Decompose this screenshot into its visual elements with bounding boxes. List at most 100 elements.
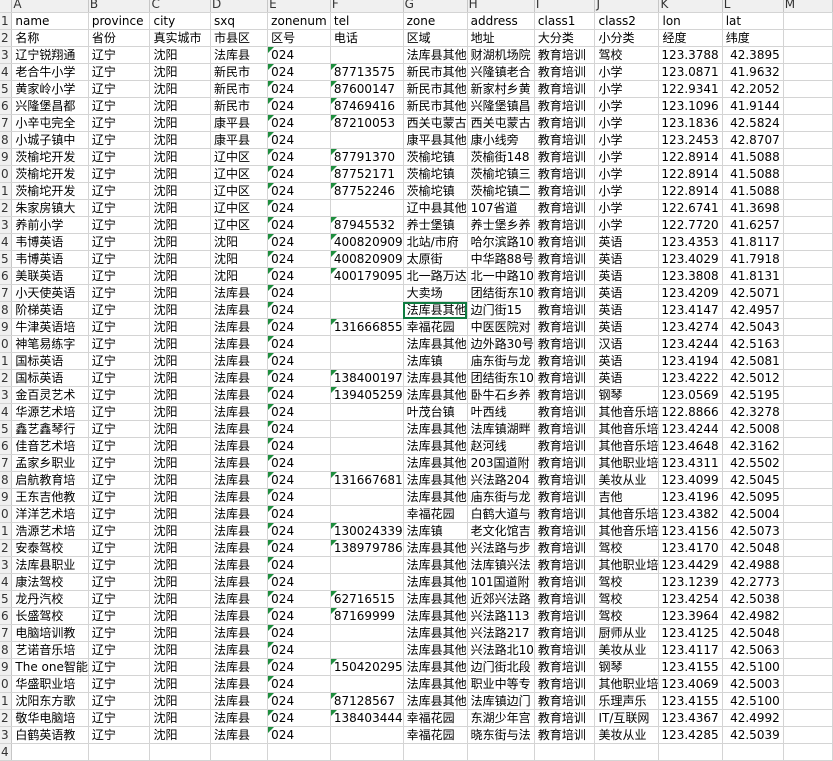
cell[interactable]: 省份: [88, 29, 151, 47]
cell[interactable]: [267, 743, 331, 761]
cell[interactable]: 兴法路217: [467, 624, 535, 642]
cell[interactable]: 边门街15: [467, 301, 535, 319]
cell[interactable]: 洋洋艺术培: [11, 505, 89, 523]
cell[interactable]: 123.4099: [658, 471, 723, 489]
cell[interactable]: 教育培训: [534, 335, 596, 353]
cell[interactable]: 辽宁: [88, 352, 151, 370]
cell[interactable]: [658, 743, 723, 761]
cell[interactable]: 小城子镇中: [11, 131, 89, 149]
cell[interactable]: 沈阳: [149, 267, 212, 285]
cell[interactable]: 辽宁: [88, 114, 151, 132]
cell[interactable]: 024: [267, 709, 331, 727]
cell[interactable]: 辽中区: [210, 199, 269, 217]
cell[interactable]: 小分类: [594, 29, 660, 47]
cell[interactable]: 教育培训: [534, 148, 596, 166]
cell[interactable]: 教育培训: [534, 556, 596, 574]
row-header[interactable]: 2: [0, 369, 13, 387]
cell[interactable]: [783, 199, 833, 217]
select-all-corner[interactable]: [0, 0, 13, 13]
cell[interactable]: 教育培训: [534, 522, 596, 540]
cell[interactable]: 138400197: [330, 369, 404, 387]
cell[interactable]: [210, 743, 269, 761]
cell[interactable]: 法库县: [210, 641, 269, 659]
row-header[interactable]: 8: [0, 641, 13, 659]
cell[interactable]: 教育培训: [534, 454, 596, 472]
cell[interactable]: IT/互联网: [594, 709, 660, 727]
cell[interactable]: 法库县: [210, 658, 269, 676]
cell[interactable]: 养前小学: [11, 216, 89, 234]
cell[interactable]: 沈阳: [149, 709, 212, 727]
cell[interactable]: 法库镇湖畔: [467, 420, 535, 438]
row-header[interactable]: 8: [0, 131, 13, 149]
cell[interactable]: 42.5824: [722, 114, 784, 132]
cell[interactable]: 沈阳: [149, 573, 212, 591]
cell[interactable]: [330, 301, 404, 319]
row-header[interactable]: 6: [0, 97, 13, 115]
row-header[interactable]: 5: [0, 420, 13, 438]
cell[interactable]: 教育培训: [534, 675, 596, 693]
cell[interactable]: 孟家乡职业: [11, 454, 89, 472]
cell[interactable]: [783, 233, 833, 251]
cell[interactable]: 钢琴: [594, 386, 660, 404]
cell[interactable]: 市县区: [210, 29, 269, 47]
cell[interactable]: 123.4311: [658, 454, 723, 472]
column-header[interactable]: E: [267, 0, 331, 13]
cell[interactable]: 42.8707: [722, 131, 784, 149]
cell[interactable]: 131667681: [330, 471, 404, 489]
cell[interactable]: 法库县其他: [403, 488, 468, 506]
cell[interactable]: 法库县其他: [403, 692, 468, 710]
cell[interactable]: 职业中等专: [467, 675, 535, 693]
cell[interactable]: 沈阳: [149, 352, 212, 370]
cell[interactable]: 41.5088: [722, 165, 784, 183]
column-header[interactable]: K: [658, 0, 723, 13]
cell[interactable]: 边外路30号: [467, 335, 535, 353]
cell[interactable]: 87713575: [330, 63, 404, 81]
cell[interactable]: 教育培训: [534, 233, 596, 251]
cell[interactable]: [783, 29, 833, 47]
column-header[interactable]: L: [722, 0, 784, 13]
cell[interactable]: 佳音艺术培: [11, 437, 89, 455]
cell[interactable]: 小学: [594, 63, 660, 81]
cell[interactable]: 辽宁: [88, 488, 151, 506]
cell[interactable]: 法库县: [210, 420, 269, 438]
cell[interactable]: 辽宁: [88, 437, 151, 455]
cell[interactable]: 法库县其他: [403, 386, 468, 404]
cell[interactable]: 123.4244: [658, 420, 723, 438]
cell[interactable]: 教育培训: [534, 267, 596, 285]
cell[interactable]: 024: [267, 573, 331, 591]
cell[interactable]: 87469416: [330, 97, 404, 115]
cell[interactable]: 驾校: [594, 573, 660, 591]
cell[interactable]: [783, 420, 833, 438]
cell[interactable]: 法库县: [210, 692, 269, 710]
cell[interactable]: 辽宁: [88, 165, 151, 183]
cell[interactable]: 024: [267, 301, 331, 319]
cell[interactable]: 养士堡镇: [403, 216, 468, 234]
cell[interactable]: [783, 488, 833, 506]
cell[interactable]: 沈阳: [149, 182, 212, 200]
cell[interactable]: 英语: [594, 233, 660, 251]
cell[interactable]: 新民市其他: [403, 80, 468, 98]
cell[interactable]: 024: [267, 182, 331, 200]
cell[interactable]: 教育培训: [534, 369, 596, 387]
cell[interactable]: 法库县: [210, 301, 269, 319]
cell[interactable]: 教育培训: [534, 590, 596, 608]
column-header[interactable]: I: [534, 0, 596, 13]
cell[interactable]: 法库县其他: [403, 641, 468, 659]
cell[interactable]: [330, 573, 404, 591]
cell[interactable]: 教育培训: [534, 97, 596, 115]
cell[interactable]: 法库县其他: [403, 437, 468, 455]
cell[interactable]: 沈阳: [149, 335, 212, 353]
cell[interactable]: 法库县其他: [403, 573, 468, 591]
cell[interactable]: 教育培训: [534, 573, 596, 591]
cell[interactable]: 41.8131: [722, 267, 784, 285]
cell[interactable]: 沈阳: [149, 624, 212, 642]
cell[interactable]: 北一中路10: [467, 267, 535, 285]
cell[interactable]: 42.5163: [722, 335, 784, 353]
cell[interactable]: 138403444: [330, 709, 404, 727]
cell[interactable]: 其他职业培: [594, 675, 660, 693]
cell[interactable]: 兴法路113: [467, 607, 535, 625]
row-header[interactable]: 1: [0, 12, 13, 30]
row-header[interactable]: 9: [0, 658, 13, 676]
cell[interactable]: 国标英语: [11, 369, 89, 387]
cell[interactable]: 区号: [267, 29, 331, 47]
